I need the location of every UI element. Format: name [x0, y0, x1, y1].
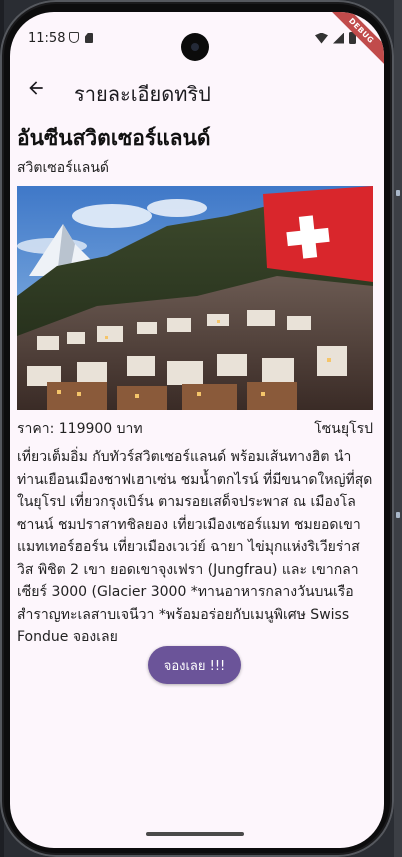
- trip-name: อันซีนสวิตเซอร์แลนด์: [17, 126, 211, 150]
- background-right-edge: [394, 0, 402, 857]
- price-row: ราคา: 119900 บาท โซนยุโรป: [17, 418, 373, 440]
- front-camera: [181, 33, 209, 61]
- trip-country: สวิตเซอร์แลนด์: [17, 160, 109, 176]
- book-button[interactable]: จองเลย !!!: [148, 646, 241, 684]
- trip-description: เที่ยวเต็มอิ่ม กับทัวร์สวิตเซอร์แลนด์ พร…: [17, 449, 373, 645]
- trip-price: ราคา: 119900 บาท: [17, 421, 143, 437]
- phone-frame: 11:58 DEBUG รายละเอียดทริป อันซีนสวิตเซอ…: [0, 0, 394, 857]
- trip-detail: อันซีนสวิตเซอร์แลนด์ สวิตเซอร์แลนด์ ราคา…: [17, 122, 373, 649]
- trip-image: [17, 186, 373, 410]
- edge-marker: [396, 512, 400, 518]
- wifi-icon: [315, 32, 328, 44]
- app-bar: รายละเอียดทริป: [10, 68, 384, 112]
- home-indicator[interactable]: [146, 832, 244, 836]
- status-time: 11:58: [28, 31, 66, 46]
- sim-card-icon: [85, 33, 93, 43]
- swiss-village-image: [17, 186, 373, 410]
- page-title: รายละเอียดทริป: [74, 82, 211, 106]
- back-button[interactable]: [22, 74, 50, 102]
- arrow-back-icon: [29, 81, 43, 95]
- trip-region: โซนยุโรป: [314, 421, 373, 437]
- app-screen: 11:58 DEBUG รายละเอียดทริป อันซีนสวิตเซอ…: [10, 12, 384, 848]
- shield-icon: [69, 32, 79, 43]
- edge-marker: [396, 190, 400, 196]
- status-right-icons: [315, 32, 356, 44]
- signal-icon: [333, 32, 344, 44]
